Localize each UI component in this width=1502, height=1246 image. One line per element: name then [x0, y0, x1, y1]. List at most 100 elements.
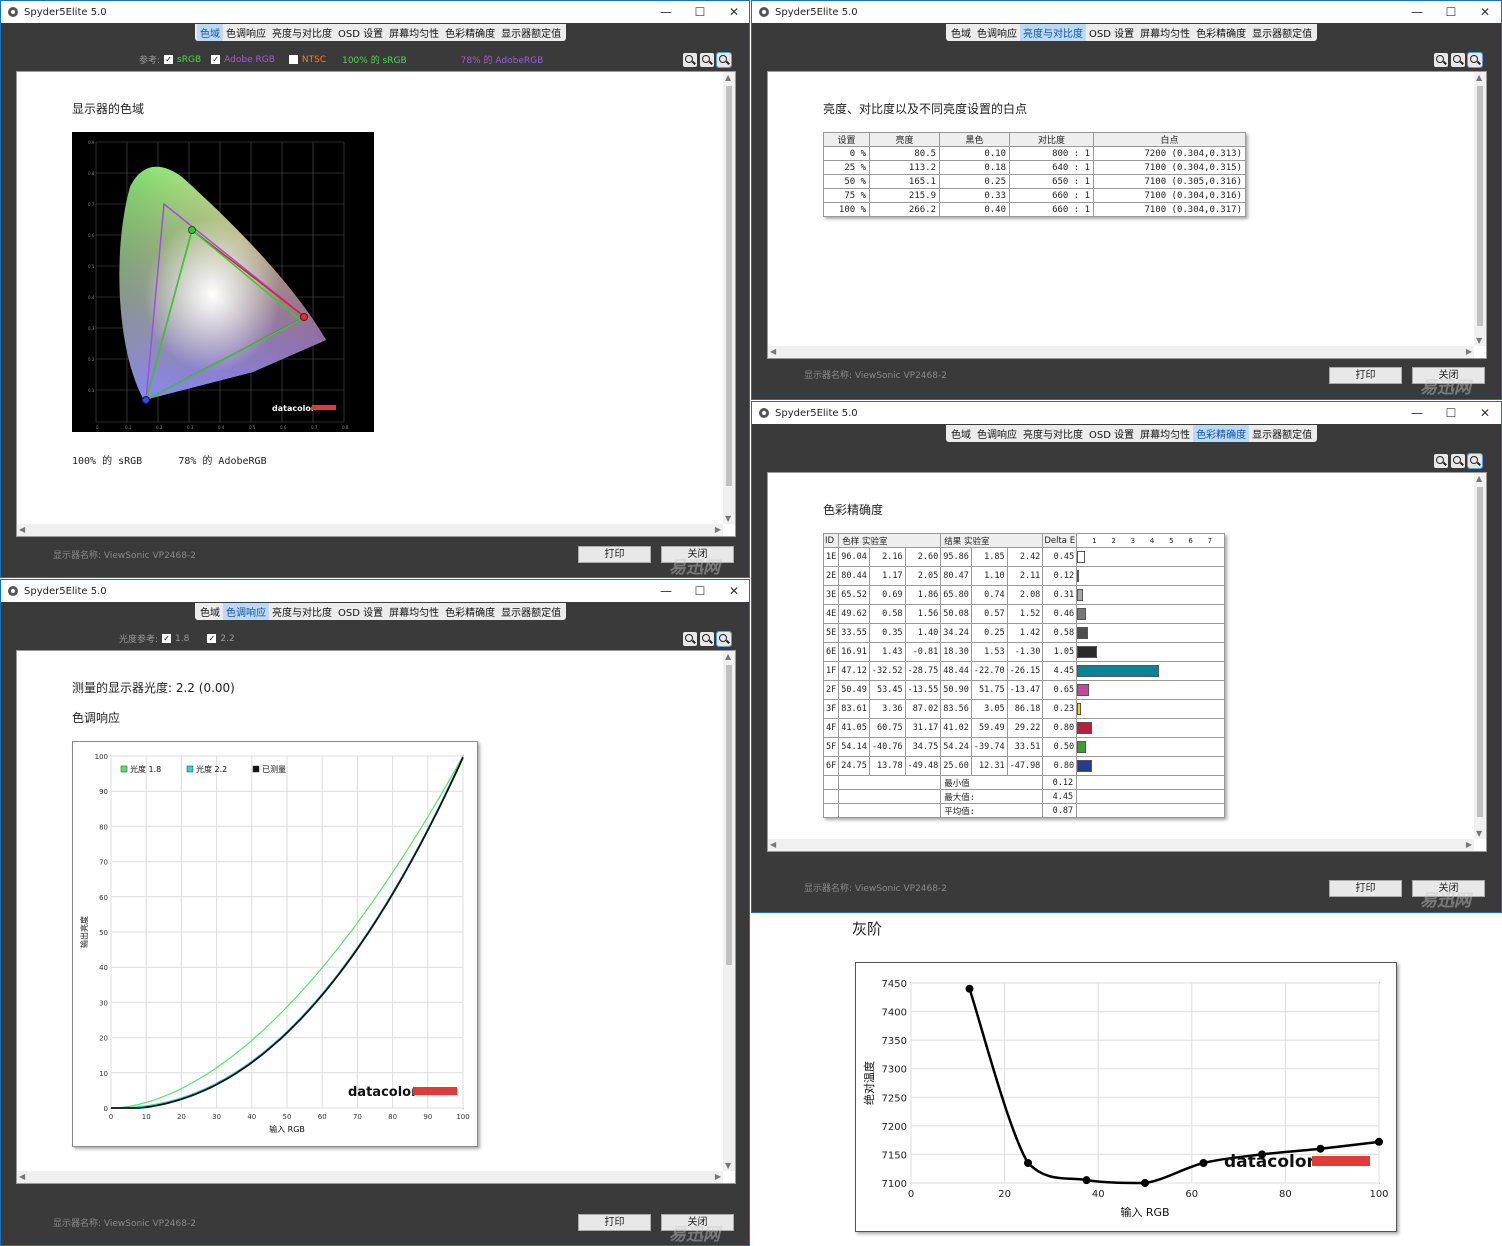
- measured-gamma: 测量的显示器光度: 2.2 (0.00): [72, 681, 235, 695]
- datacolor-logo: datacolor: [1224, 1152, 1316, 1172]
- tab-gamut[interactable]: 色域: [948, 24, 974, 41]
- minimize-button[interactable]: —: [1400, 402, 1434, 424]
- close-window-button[interactable]: ✕: [1468, 1, 1501, 23]
- tab-uniformity[interactable]: 屏幕均匀性: [386, 24, 442, 41]
- table-row: 6E 16.91 1.43 -0.81 18.30 1.53 -1.30 1.05: [822, 642, 1226, 662]
- titlebar: Spyder5Elite 5.0 — ☐ ✕: [1, 1, 749, 23]
- zoom-out-icon[interactable]: [700, 632, 714, 646]
- adobe-checkbox[interactable]: ✓: [211, 55, 221, 64]
- tab-rating[interactable]: 显示器额定值: [1249, 425, 1315, 442]
- srgb-label: sRGB: [177, 54, 202, 65]
- table-cell: 0.10: [939, 146, 1010, 161]
- tab-accuracy[interactable]: 色彩精确度: [1193, 425, 1250, 442]
- zoom-fit-icon[interactable]: [716, 52, 732, 68]
- tab-rating[interactable]: 显示器额定值: [498, 603, 564, 620]
- table-cell: 2.16: [868, 547, 906, 567]
- zoom-in-icon[interactable]: [1434, 454, 1448, 468]
- tab-brightness[interactable]: 亮度与对比度: [269, 24, 335, 41]
- horizontal-scrollbar[interactable]: ◀ ▶: [17, 524, 723, 536]
- zoom-out-icon[interactable]: [1451, 53, 1465, 67]
- close-window-button[interactable]: ✕: [1468, 402, 1501, 424]
- summary-row: 平均值: 0.87: [822, 803, 1226, 818]
- delta-bar-cell: [1076, 699, 1226, 719]
- zoom-out-icon[interactable]: [1451, 454, 1465, 468]
- tab-gamut[interactable]: 色域: [197, 24, 223, 41]
- print-button[interactable]: 打印: [1329, 367, 1402, 384]
- close-window-button[interactable]: ✕: [717, 1, 749, 23]
- tab-brightness[interactable]: 亮度与对比度: [269, 603, 335, 620]
- tab-gamut[interactable]: 色域: [197, 603, 223, 620]
- ntsc-checkbox[interactable]: [288, 55, 298, 64]
- adobe-percent: 78% 的 AdobeRGB: [460, 56, 544, 66]
- tab-osd[interactable]: OSD 设置: [335, 603, 386, 620]
- tab-tone[interactable]: 色调响应: [223, 24, 269, 41]
- zoom-fit-icon[interactable]: [1467, 52, 1483, 68]
- zoom-in-icon[interactable]: [1434, 53, 1448, 67]
- minimize-button[interactable]: —: [649, 580, 683, 602]
- table-cell: 5F: [822, 737, 840, 757]
- y-tick-label: 7400: [882, 1008, 907, 1019]
- srgb-checkbox[interactable]: ✓: [164, 55, 174, 64]
- delta-bar-cell: [1076, 604, 1226, 624]
- y-tick-label: 7200: [882, 1122, 907, 1133]
- table-cell: 13.78: [868, 756, 906, 776]
- app-icon: [8, 7, 18, 17]
- zoom-in-icon[interactable]: [683, 632, 697, 646]
- tab-osd[interactable]: OSD 设置: [335, 24, 386, 41]
- maximize-button[interactable]: ☐: [683, 580, 717, 602]
- minimize-button[interactable]: —: [1400, 1, 1434, 23]
- tab-accuracy[interactable]: 色彩精确度: [442, 24, 498, 41]
- zoom-out-icon[interactable]: [700, 53, 714, 67]
- horizontal-scrollbar[interactable]: ◀ ▶: [768, 839, 1474, 851]
- tab-tone[interactable]: 色调响应: [974, 425, 1020, 442]
- print-button[interactable]: 打印: [578, 1214, 651, 1231]
- reference-label: 参考:: [139, 56, 161, 66]
- datacolor-logo-bar: [413, 1087, 457, 1095]
- minimize-button[interactable]: —: [649, 1, 683, 23]
- table-cell: 7100 (0.304,0.315): [1093, 160, 1246, 175]
- maximize-button[interactable]: ☐: [683, 1, 717, 23]
- close-window-button[interactable]: ✕: [717, 580, 749, 602]
- maximize-button[interactable]: ☐: [1434, 1, 1468, 23]
- zoom-fit-icon[interactable]: [1467, 453, 1483, 469]
- tab-accuracy[interactable]: 色彩精确度: [442, 603, 498, 620]
- tab-rating[interactable]: 显示器额定值: [498, 24, 564, 41]
- vertical-scrollbar[interactable]: ▲ ▼: [1474, 473, 1486, 839]
- tab-rating[interactable]: 显示器额定值: [1249, 24, 1315, 41]
- tab-uniformity[interactable]: 屏幕均匀性: [1137, 425, 1193, 442]
- tab-brightness[interactable]: 亮度与对比度: [1020, 24, 1086, 41]
- vertical-scrollbar[interactable]: ▲ ▼: [1474, 72, 1486, 346]
- gamma-22-checkbox[interactable]: ✓: [207, 634, 217, 643]
- table-row: 5E 33.55 0.35 1.40 34.24 0.25 1.42 0.58: [822, 623, 1226, 643]
- table-cell: 41.05: [838, 718, 870, 738]
- tab-osd[interactable]: OSD 设置: [1086, 425, 1137, 442]
- print-button[interactable]: 打印: [1329, 880, 1402, 897]
- tab-uniformity[interactable]: 屏幕均匀性: [386, 603, 442, 620]
- print-button[interactable]: 打印: [578, 546, 651, 563]
- tab-tone[interactable]: 色调响应: [223, 603, 269, 620]
- tab-uniformity[interactable]: 屏幕均匀性: [1137, 24, 1193, 41]
- zoom-fit-icon[interactable]: [716, 631, 732, 647]
- tab-gamut[interactable]: 色域: [948, 425, 974, 442]
- table-cell: 1.40: [904, 623, 942, 643]
- app-icon: [8, 586, 18, 596]
- vertical-scrollbar[interactable]: ▲ ▼: [723, 651, 735, 1171]
- table-cell: 48.44: [940, 661, 972, 681]
- table-cell: 165.1: [869, 174, 940, 189]
- horizontal-scrollbar[interactable]: ◀ ▶: [768, 346, 1474, 358]
- scale-tick: 2: [1111, 536, 1116, 545]
- horizontal-scrollbar[interactable]: ◀ ▶: [17, 1171, 723, 1183]
- vertical-scrollbar[interactable]: ▲ ▼: [723, 72, 735, 524]
- maximize-button[interactable]: ☐: [1434, 402, 1468, 424]
- report-pane: 显示器的色域 datacolor 0 0.1 0.2 0.3 0.4 0.5 0…: [16, 71, 736, 537]
- table-cell: 800 : 1: [1009, 146, 1094, 161]
- tab-accuracy[interactable]: 色彩精确度: [1193, 24, 1249, 41]
- tab-tone[interactable]: 色调响应: [974, 24, 1020, 41]
- table-row: 0 % 80.5 0.10 800 : 1 7200 (0.304,0.313): [823, 146, 1246, 161]
- x-tick-label: 20: [177, 1113, 186, 1121]
- delta-bar: [1077, 608, 1086, 620]
- gamma-18-checkbox[interactable]: ✓: [162, 634, 172, 643]
- tab-osd[interactable]: OSD 设置: [1086, 24, 1137, 41]
- tab-brightness[interactable]: 亮度与对比度: [1020, 425, 1086, 442]
- zoom-in-icon[interactable]: [683, 53, 697, 67]
